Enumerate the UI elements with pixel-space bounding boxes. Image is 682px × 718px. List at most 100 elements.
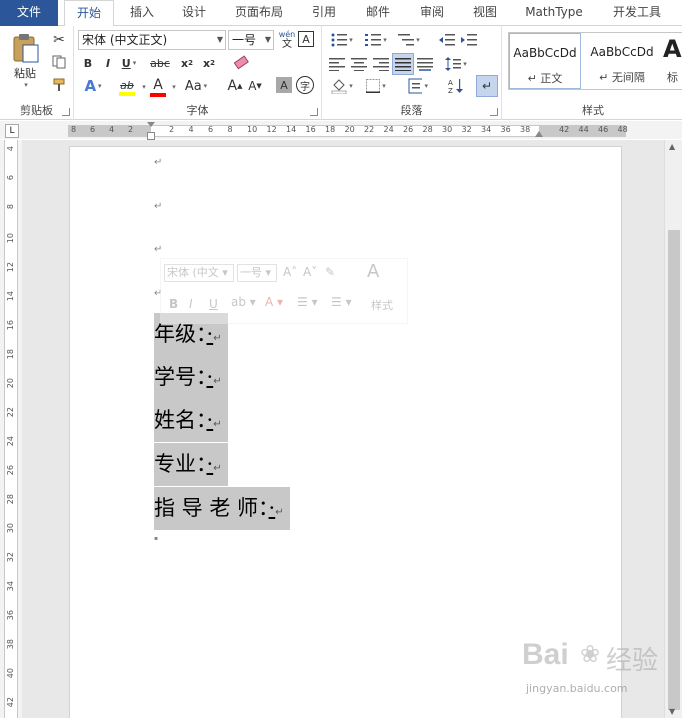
chevron-down-icon[interactable]: ▾ [168, 78, 178, 96]
align-right-button[interactable] [372, 54, 390, 74]
mini-highlight-icon[interactable]: ab ▾ [231, 295, 256, 309]
tab-insert[interactable]: 插入 [118, 0, 166, 26]
strikethrough-button[interactable]: abc [146, 54, 174, 72]
shading-button[interactable]: ▾ [328, 76, 356, 96]
mini-font-name-combo[interactable]: 宋体 (中文 ▾ [164, 264, 234, 282]
change-case-button[interactable]: Aa ▾ [180, 76, 212, 96]
numbering-button[interactable]: ▾ [362, 30, 390, 50]
mini-styles-label[interactable]: 样式 [371, 297, 393, 313]
mini-toolbar[interactable]: 宋体 (中文 ▾ 一号 ▾ A˄ A˅ ✎ A B I U ab ▾ A ▾ ☰… [160, 258, 408, 324]
tab-mathtype[interactable]: MathType [516, 0, 592, 26]
align-left-icon [329, 58, 345, 71]
distributed-button[interactable] [416, 54, 434, 74]
chinese-layout-button[interactable]: ▾ [408, 76, 428, 96]
subscript-button[interactable]: x2 [178, 54, 196, 72]
style-normal[interactable]: AaBbCcDd ↵ 正文 [509, 33, 581, 89]
italic-button[interactable]: I [100, 54, 116, 72]
show-formatting-marks-button[interactable]: ↵ [476, 75, 498, 97]
left-indent-marker[interactable] [147, 132, 155, 140]
tab-stop-selector[interactable]: L [5, 124, 19, 138]
multilevel-list-button[interactable]: ▾ [394, 30, 424, 50]
align-center-button[interactable] [350, 54, 368, 74]
clear-formatting-button[interactable] [230, 52, 252, 72]
major-line[interactable]: 专业：·↵ [154, 443, 228, 486]
font-size-combo[interactable]: 一号 ▼ [228, 30, 274, 50]
paragraph-mark: ↵ [213, 333, 222, 344]
ruler-tick-label: 22 [364, 125, 375, 134]
font-name-value: 宋体 (中文正文) [82, 33, 168, 47]
line-spacing-icon [445, 57, 462, 71]
right-indent-marker[interactable] [535, 131, 543, 137]
character-border-button[interactable]: A [298, 31, 314, 47]
vertical-ruler[interactable]: 4 6 8 10 12 14 16 18 20 22 24 26 28 30 32 34 36 38 40 42 [0, 140, 22, 718]
style-no-spacing[interactable]: AaBbCcDd ↵ 无间隔 [585, 33, 659, 89]
tab-review[interactable]: 审阅 [406, 0, 458, 26]
tab-developer[interactable]: 开发工具 [604, 0, 670, 26]
justify-button[interactable] [392, 53, 414, 75]
font-name-combo[interactable]: 宋体 (中文正文) ▼ [78, 30, 226, 50]
increase-indent-button[interactable] [460, 30, 478, 50]
tab-page-layout[interactable]: 页面布局 [226, 0, 292, 26]
font-color-button[interactable]: A [146, 76, 170, 98]
character-shading-button[interactable]: A [276, 77, 292, 93]
copy-icon[interactable] [50, 53, 68, 71]
chevron-down-icon[interactable]: ▼ [265, 31, 271, 49]
shrink-font-button[interactable]: A ▼ [246, 76, 264, 96]
superscript-button[interactable]: x2 [200, 54, 218, 72]
format-painter-icon[interactable] [50, 76, 68, 94]
mini-font-size-combo[interactable]: 一号 ▾ [237, 264, 277, 282]
tab-mailings[interactable]: 邮件 [352, 0, 404, 26]
paste-button[interactable]: 粘贴 ▾ [6, 30, 44, 92]
tab-references[interactable]: 引用 [298, 0, 350, 26]
name-line[interactable]: 姓名：·↵ [154, 399, 228, 442]
enclose-characters-button[interactable]: 字 [296, 76, 314, 94]
text-effects-button[interactable]: A ▾ [80, 76, 106, 96]
advisor-line[interactable]: 指 导 老 师：·↵ [154, 487, 290, 530]
paragraph-launcher-icon[interactable] [490, 108, 498, 116]
sort-button[interactable]: AZ [446, 76, 466, 96]
mini-bold-button[interactable]: B [169, 297, 178, 311]
chevron-down-icon[interactable]: ▼ [217, 31, 223, 49]
tab-file[interactable]: 文件 [0, 0, 58, 26]
decrease-indent-button[interactable] [438, 30, 456, 50]
mini-grow-font-icon[interactable]: A˄ [283, 265, 297, 279]
mini-format-painter-icon[interactable]: ✎ [325, 265, 335, 279]
font-launcher-icon[interactable] [310, 108, 318, 116]
bullet-list-icon [331, 33, 348, 47]
font-size-value: 一号 [232, 33, 257, 47]
scroll-down-icon[interactable]: ▼ [669, 707, 675, 716]
align-left-button[interactable] [328, 54, 346, 74]
paste-dropdown-arrow[interactable]: ▾ [24, 81, 28, 89]
mini-styles-icon[interactable]: A [367, 261, 379, 282]
mini-shrink-font-icon[interactable]: A˅ [303, 265, 317, 279]
ruler-tick-label: 4 [109, 125, 115, 134]
bold-button[interactable]: B [80, 54, 96, 72]
horizontal-ruler[interactable]: 8642 2 4 6 8 10 12 14 16 18 20 22 24 26 28 30 32 34 36 38 4… [68, 122, 628, 140]
cut-icon[interactable]: ✂ [50, 31, 68, 49]
scroll-up-icon[interactable]: ▲ [669, 142, 675, 151]
mini-italic-button[interactable]: I [189, 297, 193, 311]
grade-label: 年级： [154, 322, 207, 346]
borders-button[interactable]: ▾ [362, 76, 390, 96]
phonetic-guide-button[interactable]: wén 文 [278, 28, 296, 52]
mini-bullets-icon[interactable]: ☰ ▾ [297, 295, 318, 309]
vertical-scrollbar[interactable]: ▲ ▼ [664, 140, 682, 718]
underline-button[interactable]: U ▾ [118, 54, 140, 72]
first-line-indent-marker[interactable] [147, 122, 155, 128]
line-spacing-button[interactable]: ▾ [442, 54, 470, 74]
mini-numbering-icon[interactable]: ☰ ▾ [331, 295, 352, 309]
ruler-tick-label: 10 [247, 125, 258, 134]
tab-view[interactable]: 视图 [460, 0, 510, 26]
grow-font-button[interactable]: A ▲ [226, 76, 244, 96]
style-heading[interactable]: Aa 标 [661, 33, 682, 89]
mini-underline-button[interactable]: U [209, 297, 218, 311]
clipboard-launcher-icon[interactable] [62, 108, 70, 116]
tab-home[interactable]: 开始 [64, 0, 114, 27]
student-id-line[interactable]: 学号：·↵ [154, 356, 228, 399]
scrollbar-thumb[interactable] [668, 230, 680, 710]
tab-design[interactable]: 设计 [170, 0, 218, 26]
svg-text:Z: Z [448, 87, 453, 94]
mini-font-color-icon[interactable]: A ▾ [265, 295, 283, 309]
vruler-tick-label: 20 [6, 378, 15, 389]
bullets-button[interactable]: ▾ [328, 30, 356, 50]
